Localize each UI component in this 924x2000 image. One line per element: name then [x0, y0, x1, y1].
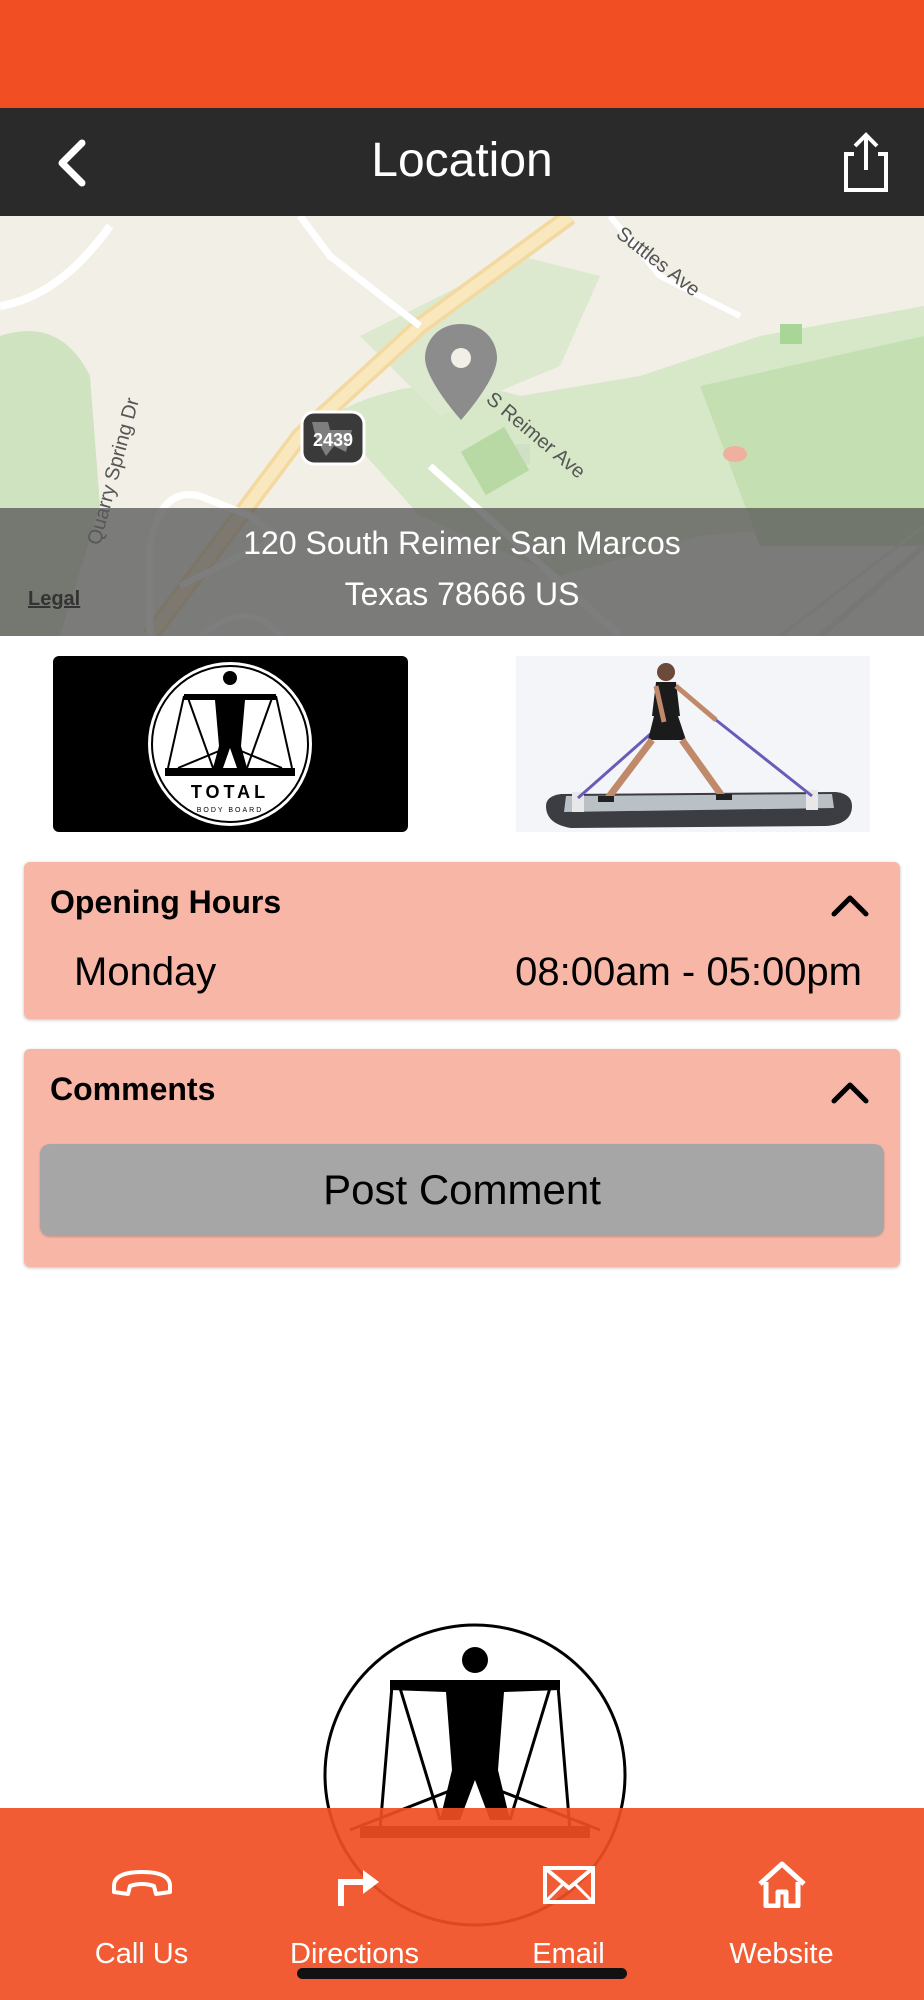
tab-label: Directions: [290, 1938, 419, 1970]
share-button[interactable]: [836, 130, 896, 196]
home-icon: [758, 1861, 806, 1908]
svg-text:2439: 2439: [313, 430, 353, 450]
comments-collapse-button[interactable]: [828, 1077, 872, 1107]
share-icon: [844, 132, 888, 192]
post-comment-button[interactable]: Post Comment: [40, 1144, 884, 1236]
opening-hours-collapse-button[interactable]: [828, 890, 872, 920]
tab-label: Call Us: [94, 1938, 189, 1970]
address-line-2: Texas 78666 US: [344, 576, 580, 612]
tab-label: Email: [532, 1938, 605, 1970]
total-body-board-logo: TOTAL BODY BOARD: [148, 662, 312, 826]
phone-icon: [112, 1870, 172, 1896]
map-legal-link[interactable]: Legal: [28, 588, 80, 611]
workout-photo: [516, 656, 870, 832]
hours-time: 08:00am - 05:00pm: [515, 950, 862, 994]
chevron-up-icon: [831, 895, 869, 917]
directions-icon: [338, 1870, 379, 1906]
comments-title: Comments: [50, 1071, 216, 1107]
chevron-left-icon: [58, 139, 86, 187]
route-shield-icon: 2439: [300, 410, 366, 466]
home-indicator: [297, 1968, 627, 1979]
gallery-image-logo[interactable]: TOTAL BODY BOARD: [53, 656, 408, 832]
logo-subword: BODY BOARD: [197, 807, 264, 814]
tab-call-us[interactable]: Call Us: [26, 1808, 257, 2000]
hours-day: Monday: [74, 950, 217, 994]
gallery-image-workout[interactable]: [516, 656, 870, 832]
back-button[interactable]: [40, 128, 110, 198]
tab-label: Website: [729, 1938, 834, 1970]
logo-word: TOTAL: [191, 782, 269, 802]
address-line-1: 120 South Reimer San Marcos: [243, 525, 681, 561]
tab-website[interactable]: Website: [666, 1808, 897, 2000]
page-title: Location: [371, 134, 553, 187]
status-bar: [0, 0, 924, 108]
chevron-up-icon: [831, 1082, 869, 1104]
opening-hours-title: Opening Hours: [50, 884, 282, 920]
envelope-icon: [543, 1866, 595, 1904]
